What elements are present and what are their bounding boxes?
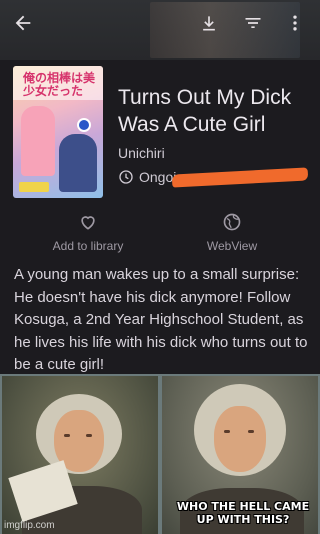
add-to-library-button[interactable]: Add to library [18, 208, 158, 260]
figure-face [214, 406, 266, 472]
manga-description: A young man wakes up to a small surprise… [14, 266, 308, 373]
cover-image[interactable]: 俺の相棒は美少女だった [13, 66, 103, 198]
cover-figure-boy [59, 134, 97, 192]
figure-eye [64, 434, 70, 437]
figure-eye [248, 430, 254, 433]
meme-panel-reading [2, 376, 158, 534]
manga-title: Turns Out My Dick Was A Cute Girl [118, 86, 292, 136]
cover-figure-girl [21, 106, 55, 176]
filter-icon [245, 18, 261, 28]
download-icon [203, 16, 215, 31]
globe-icon [223, 213, 241, 231]
figure-eye [224, 430, 230, 433]
webview-button[interactable]: WebView [162, 208, 302, 260]
action-bar: Add to library WebView [0, 208, 320, 260]
top-app-bar [0, 6, 320, 40]
figure-eye [86, 434, 92, 437]
meme-caption: WHO THE HELL CAME UP WITH THIS? [176, 500, 310, 526]
webview-label: WebView [206, 239, 258, 253]
manga-details-screen: 俺の相棒は美少女だった Turns Out My Dick Was A Cute… [0, 0, 320, 374]
cover-volume-badge [77, 118, 91, 132]
arrow-back-icon [15, 15, 31, 31]
heart-outline-icon [81, 216, 95, 230]
more-options-button[interactable] [278, 6, 312, 40]
more-vert-icon [293, 15, 297, 31]
manga-author[interactable]: Unichiri [118, 145, 165, 161]
filter-button[interactable] [236, 6, 270, 40]
download-button[interactable] [192, 6, 226, 40]
cover-label-strip [19, 182, 49, 192]
back-button[interactable] [6, 6, 40, 40]
imgflip-watermark: imgflip.com [4, 520, 55, 531]
redaction-scribble [171, 167, 309, 188]
clock-icon [119, 170, 133, 184]
add-to-library-label: Add to library [52, 239, 124, 253]
cover-title-art: 俺の相棒は美少女だった [23, 71, 96, 98]
